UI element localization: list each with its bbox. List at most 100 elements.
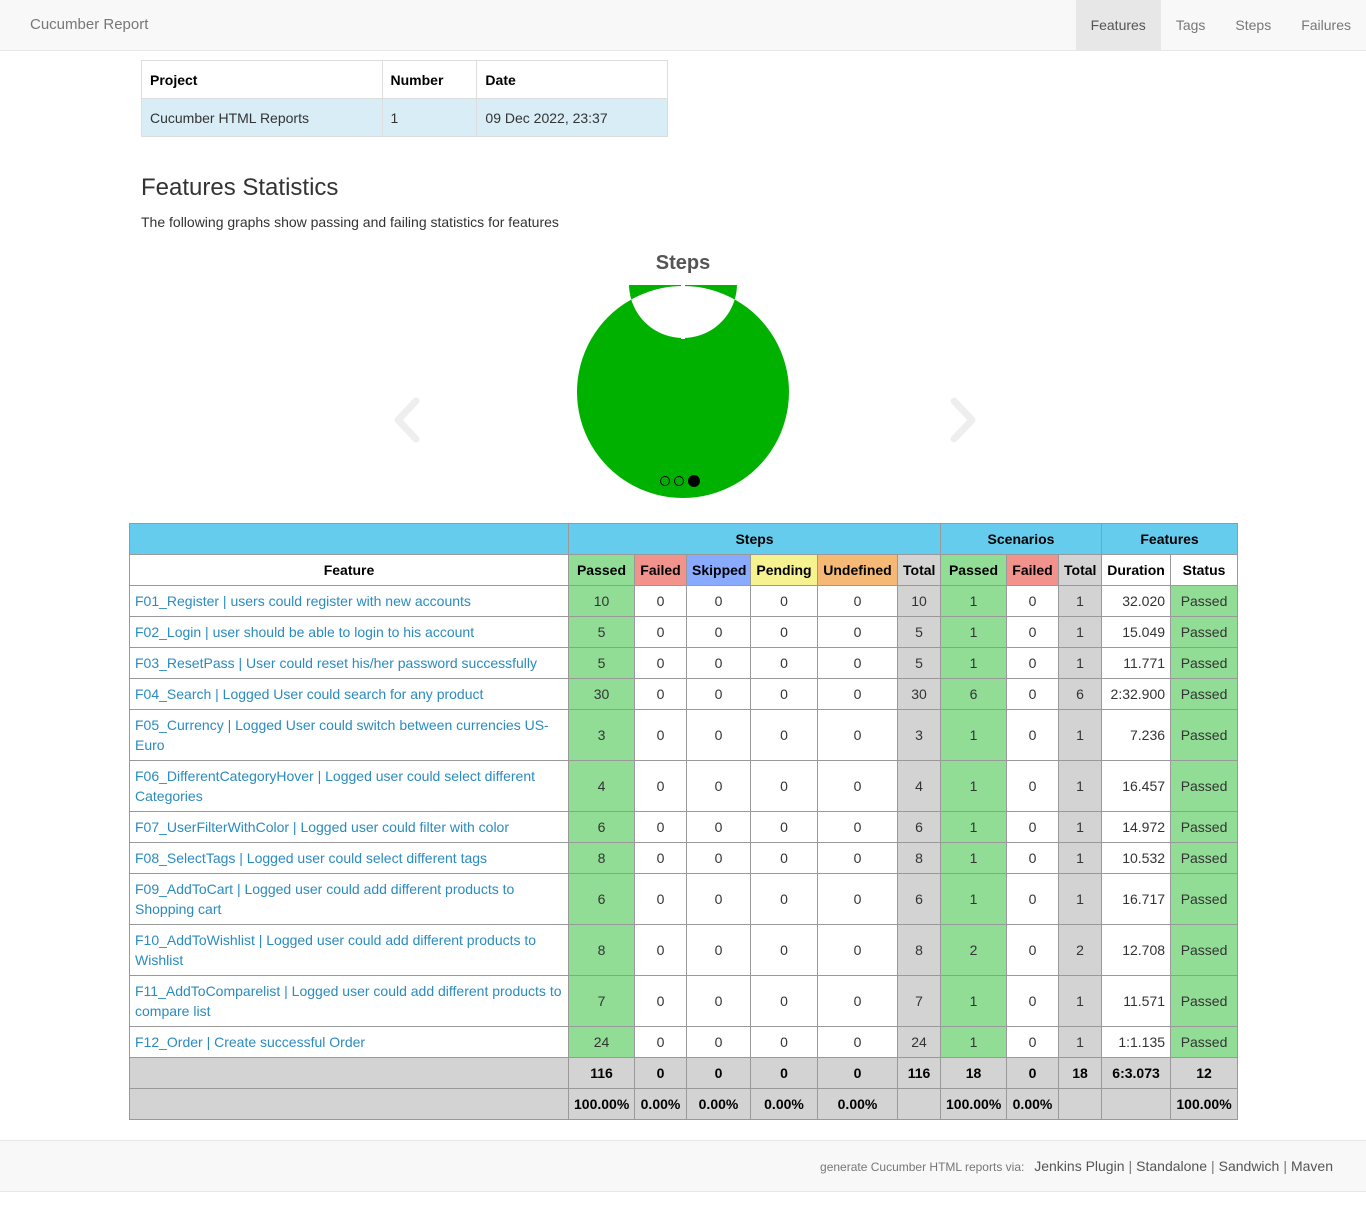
status-cell: Passed [1170,924,1239,976]
feature-link[interactable]: F01_Register | users could register with… [135,593,471,609]
feature-link[interactable]: F07_UserFilterWithColor | Logged user co… [135,819,509,835]
feature-link[interactable]: F05_Currency | Logged User could switch … [135,717,549,753]
feature-cell: F07_UserFilterWithColor | Logged user co… [129,811,569,843]
col-header-duration[interactable]: Duration [1101,554,1172,586]
steps-total-cell: 6 [897,873,941,925]
brand-link[interactable]: Cucumber Report [30,16,148,33]
steps-undefined-cell: 0 [817,975,898,1027]
percents-row-steps-pending: 0.00% [750,1088,818,1120]
table-row: F05_Currency | Logged User could switch … [129,709,1239,761]
steps-skipped-cell: 0 [686,647,751,679]
steps-passed-cell: 30 [568,678,635,710]
totals-row-status: 12 [1170,1057,1239,1089]
carousel-indicator-dot[interactable] [674,476,684,486]
feature-link[interactable]: F06_DifferentCategoryHover | Logged user… [135,768,535,804]
carousel-indicator-dot[interactable] [688,475,700,487]
col-header-steps-pending[interactable]: Pending [750,554,818,586]
top-navbar: Cucumber Report Features Tags Steps Fail… [0,0,1366,51]
duration-cell: 7.236 [1101,709,1172,761]
info-header-date: Date [476,60,668,99]
steps-passed-cell: 6 [568,811,635,843]
feature-link[interactable]: F02_Login | user should be able to login… [135,624,474,640]
carousel-indicator-dot[interactable] [660,476,670,486]
steps-undefined-cell: 0 [817,1026,898,1058]
col-header-feature[interactable]: Feature [129,554,569,586]
footer-link-maven[interactable]: Maven [1291,1158,1333,1174]
steps-undefined-cell: 0 [817,616,898,648]
duration-cell: 2:32.900 [1101,678,1172,710]
steps-failed-cell: 0 [634,647,687,679]
scenarios-total-cell: 1 [1057,873,1103,925]
scenarios-passed-cell: 2 [940,924,1007,976]
col-header-status[interactable]: Status [1170,554,1239,586]
feature-link[interactable]: F11_AddToComparelist | Logged user could… [135,983,562,1019]
scenarios-failed-cell: 0 [1006,647,1059,679]
steps-undefined-cell: 0 [817,647,898,679]
duration-cell: 11.771 [1101,647,1172,679]
steps-passed-cell: 8 [568,924,635,976]
duration-cell: 11.571 [1101,975,1172,1027]
page-footer: generate Cucumber HTML reports via: Jenk… [0,1140,1366,1192]
carousel-next-chevron-icon[interactable] [940,395,980,445]
totals-row-duration: 6:3.073 [1101,1057,1172,1089]
steps-passed-cell: 3 [568,709,635,761]
nav-tabs: Features Tags Steps Failures [1075,0,1366,50]
steps-undefined-cell: 0 [817,585,898,617]
steps-passed-cell: 5 [568,647,635,679]
table-row: F04_Search | Logged User could search fo… [129,678,1239,710]
info-project-value: Cucumber HTML Reports [141,98,383,137]
col-header-steps-passed[interactable]: Passed [568,554,635,586]
feature-link[interactable]: F08_SelectTags | Logged user could selec… [135,850,487,866]
feature-link[interactable]: F12_Order | Create successful Order [135,1034,365,1050]
steps-total-cell: 5 [897,647,941,679]
col-header-steps-total[interactable]: Total [897,554,941,586]
table-row: F03_ResetPass | User could reset his/her… [129,647,1239,679]
scenarios-passed-cell: 1 [940,760,1007,812]
steps-passed-cell: 4 [568,760,635,812]
footer-link-standalone[interactable]: Standalone [1136,1158,1207,1174]
steps-passed-cell: 10 [568,585,635,617]
tab-failures[interactable]: Failures [1286,0,1366,50]
status-cell: Passed [1170,760,1239,812]
group-header-steps: Steps [568,523,941,555]
feature-cell: F08_SelectTags | Logged user could selec… [129,842,569,874]
status-cell: Passed [1170,873,1239,925]
scenarios-failed-cell: 0 [1006,924,1059,976]
feature-link[interactable]: F04_Search | Logged User could search fo… [135,686,483,702]
chart-title: Steps [655,252,711,274]
info-number-value: 1 [381,98,478,137]
footer-link-sandwich[interactable]: Sandwich [1219,1158,1280,1174]
status-cell: Passed [1170,616,1239,648]
steps-total-cell: 4 [897,760,941,812]
tab-steps[interactable]: Steps [1220,0,1286,50]
feature-link[interactable]: F09_AddToCart | Logged user could add di… [135,881,514,917]
col-header-scenarios-failed[interactable]: Failed [1006,554,1059,586]
feature-link[interactable]: F10_AddToWishlist | Logged user could ad… [135,932,536,968]
scenarios-passed-cell: 1 [940,647,1007,679]
duration-cell: 16.457 [1101,760,1172,812]
steps-total-cell: 30 [897,678,941,710]
feature-link[interactable]: F03_ResetPass | User could reset his/her… [135,655,537,671]
footer-link-jenkins-plugin[interactable]: Jenkins Plugin [1034,1158,1124,1174]
totals-row: 116 0 0 0 0 116 18 0 18 6:3.073 12 [129,1057,1239,1089]
feature-cell: F03_ResetPass | User could reset his/her… [129,647,569,679]
feature-cell: F05_Currency | Logged User could switch … [129,709,569,761]
tab-features[interactable]: Features [1075,0,1161,50]
col-header-steps-undefined[interactable]: Undefined [817,554,898,586]
col-header-scenarios-total[interactable]: Total [1057,554,1103,586]
carousel-prev-chevron-icon[interactable] [390,395,430,445]
steps-undefined-cell: 0 [817,678,898,710]
tab-tags[interactable]: Tags [1161,0,1221,50]
scenarios-total-cell: 1 [1057,709,1103,761]
col-header-steps-failed[interactable]: Failed [634,554,687,586]
totals-row-scenarios-total: 18 [1057,1057,1103,1089]
col-header-scenarios-passed[interactable]: Passed [940,554,1007,586]
col-header-steps-skipped[interactable]: Skipped [686,554,751,586]
steps-passed-cell: 24 [568,1026,635,1058]
steps-total-cell: 24 [897,1026,941,1058]
steps-passed-cell: 6 [568,873,635,925]
duration-cell: 10.532 [1101,842,1172,874]
totals-row-steps-skipped: 0 [686,1057,751,1089]
feature-cell: F06_DifferentCategoryHover | Logged user… [129,760,569,812]
status-cell: Passed [1170,975,1239,1027]
